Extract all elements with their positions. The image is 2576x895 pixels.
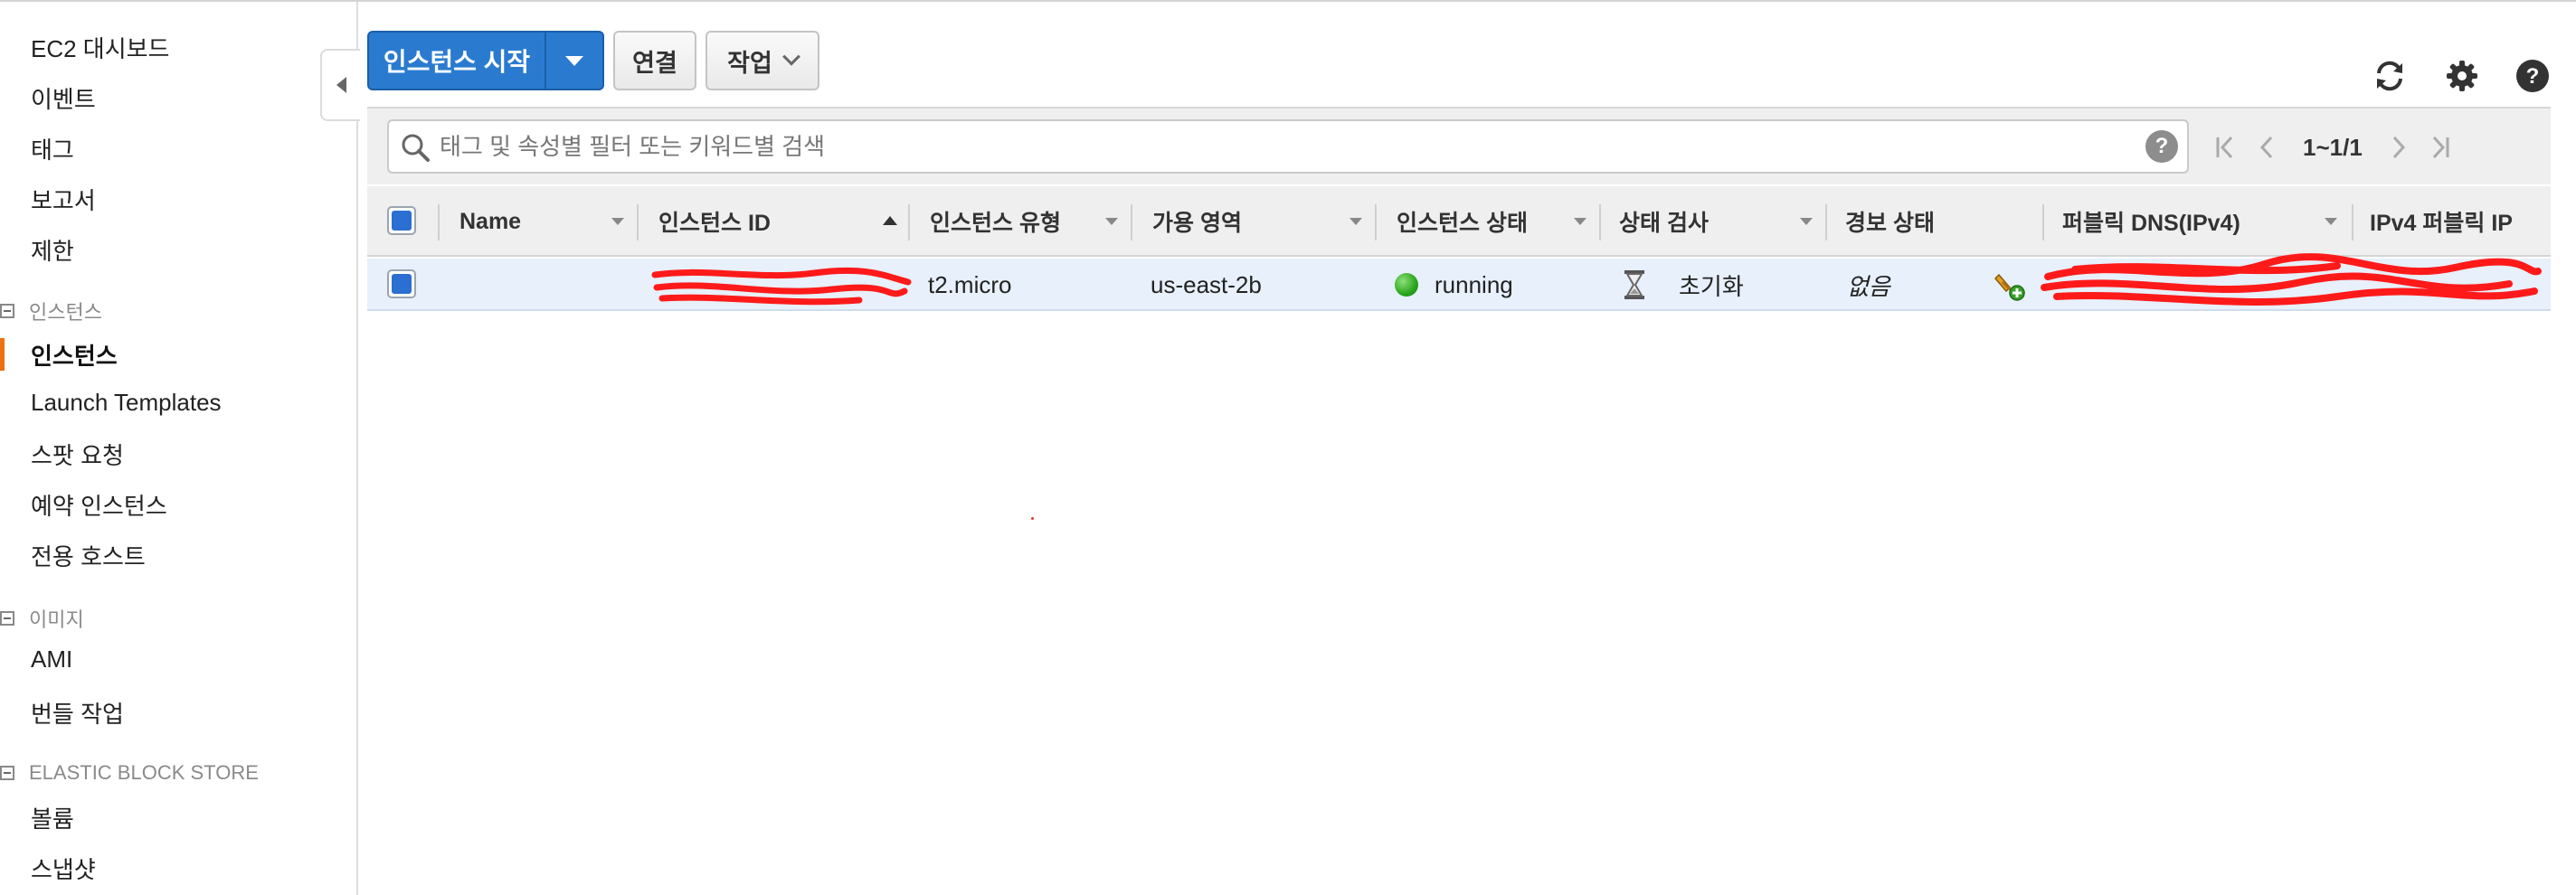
stray-dot [1031,517,1034,520]
refresh-icon[interactable] [2372,58,2408,94]
sort-down-icon[interactable] [1800,218,1813,225]
hourglass-icon [1624,270,1644,299]
running-status-icon [1395,273,1418,297]
sort-down-icon[interactable] [1105,218,1118,225]
sort-down-icon[interactable] [2325,218,2337,225]
search-input[interactable] [440,121,2122,172]
collapse-minus-icon[interactable] [0,611,14,626]
redacted-instance-id [651,267,912,306]
sidebar-item-reports[interactable]: 보고서 [31,183,96,216]
column-header-instance-state[interactable]: 인스턴스 상태 [1397,186,1528,257]
sidebar-section-instances[interactable]: 인스턴스 [0,297,102,325]
sidebar-item-limits[interactable]: 제한 [31,233,74,267]
collapse-minus-icon[interactable] [0,766,14,780]
column-header-instance-id[interactable]: 인스턴스 ID [658,186,771,257]
search-box[interactable]: ? [387,119,2189,174]
sort-down-icon[interactable] [1350,218,1362,225]
status-check-text: 초기화 [1679,272,1744,300]
sort-down-icon[interactable] [611,218,624,225]
sidebar-item-ami[interactable]: AMI [31,645,72,674]
launch-instance-button[interactable]: 인스턴스 시작 [367,31,604,90]
row-select-checkbox[interactable] [387,269,416,298]
column-header-instance-type[interactable]: 인스턴스 유형 [930,186,1061,257]
add-alarm-icon[interactable] [1994,269,2026,302]
page-count: 1~1/1 [2303,133,2363,161]
cell-instance-state: running [1395,259,1513,311]
sidebar-nav: EC2 대시보드 이벤트 태그 보고서 제한 인스턴스 인스턴스 Launch … [0,2,358,895]
sidebar-item-snapshots[interactable]: 스냅샷 [31,852,96,885]
sidebar-item-tags[interactable]: 태그 [31,132,74,165]
column-header-public-dns[interactable]: 퍼블릭 DNS(IPv4) [2062,186,2240,257]
chevron-down-icon [781,47,800,66]
launch-instance-dropdown[interactable] [546,33,602,89]
cell-alarm-status: 없음 [1847,272,1890,300]
filter-bar: ? 1~1/1 [367,107,2551,184]
sidebar-collapse-toggle[interactable] [320,49,360,121]
last-page-icon[interactable] [2424,131,2457,164]
collapse-minus-icon[interactable] [0,304,14,318]
column-header-status-checks[interactable]: 상태 검사 [1619,186,1709,257]
svg-text:?: ? [2526,64,2540,89]
sidebar-section-title: 이미지 [29,608,84,631]
instance-state-text: running [1435,270,1513,298]
search-icon [402,134,430,162]
sidebar-item-bundle-tasks[interactable]: 번들 작업 [31,696,124,730]
active-nav-marker [0,338,5,371]
sidebar-item-instances[interactable]: 인스턴스 [31,338,118,372]
table-header: Name 인스턴스 ID 인스턴스 유형 가용 영역 인스턴스 상태 상태 검사… [367,186,2551,257]
column-header-public-ip[interactable]: IPv4 퍼블릭 IP [2370,186,2513,257]
launch-instance-label[interactable]: 인스턴스 시작 [369,33,546,89]
sidebar-item-reserved-instances[interactable]: 예약 인스턴스 [31,488,167,522]
help-icon[interactable]: ? [2514,58,2551,94]
sidebar-section-ebs[interactable]: ELASTIC BLOCK STORE [0,761,259,785]
connect-label: 연결 [632,49,677,77]
sidebar-section-title: ELASTIC BLOCK STORE [29,761,259,784]
gear-icon[interactable] [2444,58,2480,94]
table-row[interactable]: t2.micro us-east-2b running 초기화 없음 [367,253,2551,311]
sort-down-icon[interactable] [1574,218,1586,225]
column-header-alarm-status[interactable]: 경보 상태 [1845,186,1935,257]
sidebar-item-volumes[interactable]: 볼륨 [31,801,74,834]
sidebar-item-ec2-dashboard[interactable]: EC2 대시보드 [31,31,169,64]
sidebar-section-images[interactable]: 이미지 [0,604,84,633]
sidebar-item-spot-requests[interactable]: 스팟 요청 [31,438,124,471]
sort-up-icon[interactable] [883,216,897,225]
cell-availability-zone: us-east-2b [1151,270,1262,298]
sidebar-item-dedicated-hosts[interactable]: 전용 호스트 [31,539,146,572]
caret-down-icon [565,55,583,66]
sidebar-section-title: 인스턴스 [29,301,102,324]
select-all-checkbox[interactable] [387,206,416,235]
column-header-availability-zone[interactable]: 가용 영역 [1152,186,1242,257]
actions-button[interactable]: 작업 [706,31,819,90]
ec2-console: EC2 대시보드 이벤트 태그 보고서 제한 인스턴스 인스턴스 Launch … [0,0,2576,895]
cell-instance-type: t2.micro [928,270,1012,298]
cell-status-checks: 초기화 [1623,259,1744,311]
column-header-name[interactable]: Name [459,186,521,257]
next-page-icon[interactable] [2382,131,2415,164]
pagination: 1~1/1 [2209,108,2457,186]
first-page-icon[interactable] [2209,131,2241,164]
search-help-icon[interactable]: ? [2145,130,2178,163]
connect-button[interactable]: 연결 [613,31,696,90]
prev-page-icon[interactable] [2250,131,2283,164]
redacted-public-dns-and-ip [2041,253,2542,306]
sidebar-item-events[interactable]: 이벤트 [31,81,96,115]
actions-label: 작업 [727,49,772,77]
sidebar-item-launch-templates[interactable]: Launch Templates [31,389,222,417]
collapse-left-icon [336,77,346,93]
